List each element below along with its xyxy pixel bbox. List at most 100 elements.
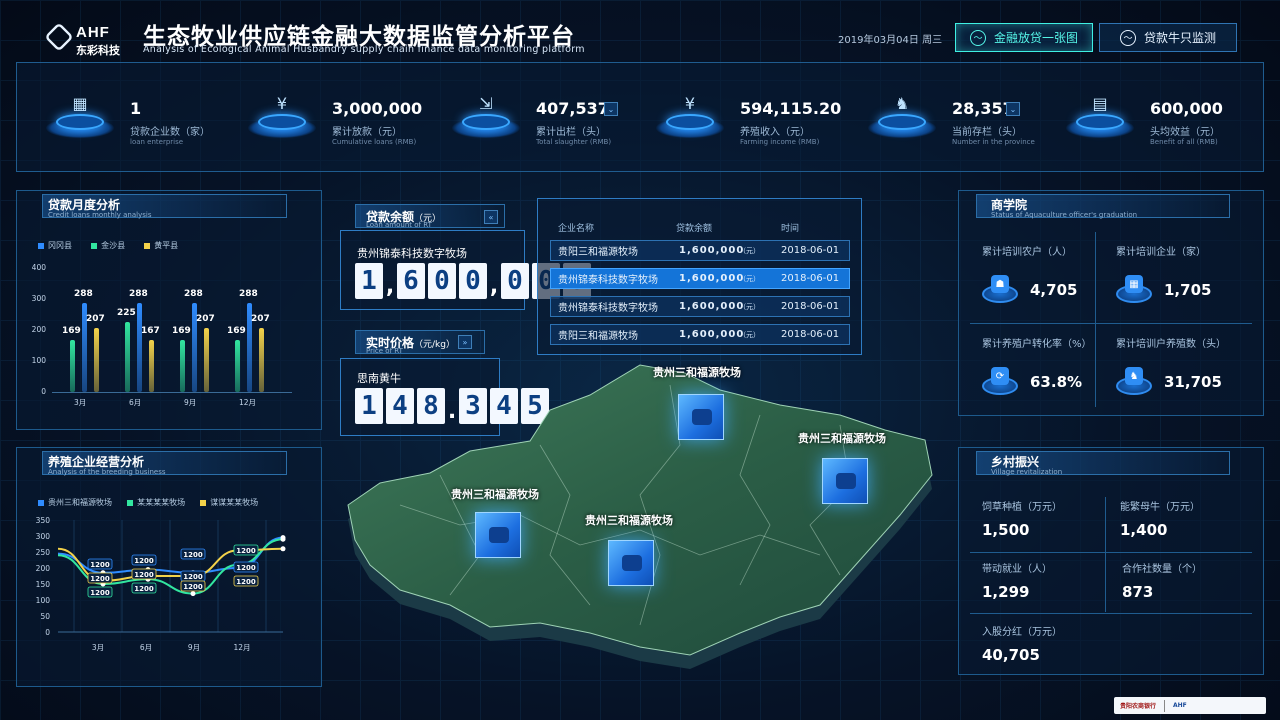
table-row[interactable]: 贵州锦泰科技数字牧场 1,600,000 （元） 2018-06-01 (550, 268, 850, 289)
stat-value: 1 (130, 99, 142, 118)
bar[interactable] (235, 339, 240, 392)
map-farm-marker[interactable] (678, 394, 724, 440)
current-date: 2019年03月04日 周三 (838, 35, 943, 46)
y-tick-label: 300 (36, 532, 51, 541)
x-tick-label: 6月 (140, 643, 152, 652)
academy-stat-icon: ⟳ (982, 363, 1018, 399)
academy-stat: 累计培训户养殖数（头） ♞ 31,705 (1116, 335, 1256, 410)
yen-download-icon: ¥ (276, 94, 288, 113)
village-stat: 带动就业（人） 1,299 (982, 560, 1052, 601)
legend-item: 金沙县 (91, 241, 125, 250)
loan-balance-subtitle: Loan amount of RT (366, 221, 432, 229)
academy-stat-icon: ☗ (982, 271, 1018, 307)
row-date: 2018-06-01 (781, 329, 840, 340)
row-date: 2018-06-01 (781, 301, 840, 312)
academy-stat-label: 累计养殖户转化率（%） (982, 339, 1092, 350)
x-tick-label: 12月 (239, 398, 257, 407)
data-label: 1200 (183, 583, 203, 591)
row-name: 贵州锦泰科技数字牧场 (558, 303, 658, 314)
enterprise-icon: ▦ (1125, 275, 1143, 293)
village-stat-value: 1,299 (982, 583, 1030, 601)
x-tick-label: 12月 (233, 643, 250, 652)
bar-data-label: 207 (251, 313, 270, 324)
loan-map-button-label: 金融放贷一张图 (993, 31, 1078, 45)
village-stat-label: 饲草种植（万元） (982, 502, 1062, 513)
bar[interactable] (149, 340, 154, 392)
bar[interactable] (70, 339, 75, 392)
pulse-icon: 〜 (969, 29, 986, 46)
village-stat-label: 带动就业（人） (982, 564, 1052, 575)
table-row[interactable]: 贵州锦泰科技数字牧场 1,600,000 （元） 2018-06-01 (550, 296, 850, 317)
table-row[interactable]: 贵阳三和福源牧场 1,600,000 （元） 2018-06-01 (550, 240, 850, 261)
loan-map-button[interactable]: 〜 金融放贷一张图 (955, 23, 1093, 52)
stat-label: 当前存栏（头） (952, 127, 1022, 138)
data-point[interactable] (190, 591, 196, 597)
stat-value: 28,357 (952, 99, 1014, 118)
village-stat: 入股分红（万元） 40,705 (982, 623, 1062, 664)
map-farm-marker[interactable] (475, 512, 521, 558)
academy-stat-value: 1,705 (1164, 281, 1212, 299)
dropdown-chevron-icon[interactable]: ⌄ (604, 102, 618, 116)
village-subtitle: Village revitalization (991, 468, 1063, 476)
stat-disc: ▤ (1066, 94, 1134, 140)
price-subtitle: Price of RT (366, 347, 403, 355)
expand-right-icon[interactable]: » (458, 335, 472, 349)
x-tick-label: 9月 (188, 643, 200, 652)
bar[interactable] (259, 327, 264, 392)
collapse-left-icon[interactable]: « (484, 210, 498, 224)
map-farm-marker[interactable] (608, 540, 654, 586)
bar[interactable] (94, 327, 99, 392)
cattle-monitor-button[interactable]: 〜 贷款牛只监测 (1099, 23, 1237, 52)
academy-stat: 累计培训企业（家） ▦ 1,705 (1116, 243, 1256, 318)
digit: 0 (459, 263, 487, 299)
data-label: 1200 (236, 564, 256, 572)
bar[interactable] (204, 327, 209, 392)
data-point[interactable] (280, 536, 286, 542)
stat-card: ¥ 594,115.20 养殖收入（元） Farming income (RMB… (656, 78, 846, 158)
x-tick-label: 3月 (74, 398, 87, 407)
row-name: 贵州锦泰科技数字牧场 (558, 275, 658, 286)
data-label: 1200 (90, 589, 110, 597)
bar[interactable] (137, 302, 142, 392)
data-label: 1200 (134, 571, 154, 579)
pig-icon (622, 555, 642, 571)
stat-label: 养殖收入（元） (740, 127, 810, 138)
pig-icon (489, 527, 509, 543)
bar-data-label: 288 (184, 288, 203, 299)
logo-subtext: 东彩科技 (76, 44, 120, 57)
academy-stat-label: 累计培训企业（家） (1116, 247, 1206, 258)
bar[interactable] (180, 339, 185, 392)
stat-card: ▦ 1 贷款企业数（家） loan enterprise (46, 78, 236, 158)
stat-label-en: Number in the province (952, 138, 1035, 146)
x-tick-label: 9月 (184, 398, 197, 407)
digit: 1 (355, 263, 383, 299)
village-stat-value: 873 (1122, 583, 1154, 601)
bar[interactable] (125, 322, 130, 392)
table-row[interactable]: 贵阳三和福源牧场 1,600,000 （元） 2018-06-01 (550, 324, 850, 345)
academy-subtitle: Status of Aquaculture officer's graduati… (991, 211, 1138, 219)
company-logo: AHF 东彩科技 (44, 20, 130, 57)
y-tick-label: 200 (31, 325, 46, 334)
breeding-chart: 350 300 250 200 150 100 50 0 3月 6月 9月 12月 1200 1200 12… (36, 516, 286, 652)
money-bag-icon: ¥ (684, 94, 696, 113)
bar-data-label: 288 (74, 288, 93, 299)
stat-disc: ¥ (656, 94, 724, 140)
map-farm-marker[interactable] (822, 458, 868, 504)
digit: 0 (501, 263, 529, 299)
data-point[interactable] (280, 546, 286, 552)
bar-data-label: 207 (196, 313, 215, 324)
dropdown-chevron-icon[interactable]: ⌄ (1006, 102, 1020, 116)
footer-logos: 贵阳农商银行 AHF (1114, 697, 1266, 714)
data-label: 1200 (134, 585, 154, 593)
logo-mark-icon (44, 22, 74, 52)
academy-stat-label: 累计培训户养殖数（头） (1116, 339, 1226, 350)
village-stat-label: 能繁母牛（万元） (1120, 502, 1200, 513)
stat-disc: ⇲ (452, 94, 520, 140)
bar-data-label: 207 (86, 313, 105, 324)
divider (970, 552, 1252, 553)
digit-separator: , (385, 274, 395, 299)
bar-data-label: 288 (239, 288, 258, 299)
legend-swatch (38, 499, 44, 506)
stat-value: 407,537 (536, 99, 609, 118)
y-tick-label: 400 (31, 263, 46, 272)
